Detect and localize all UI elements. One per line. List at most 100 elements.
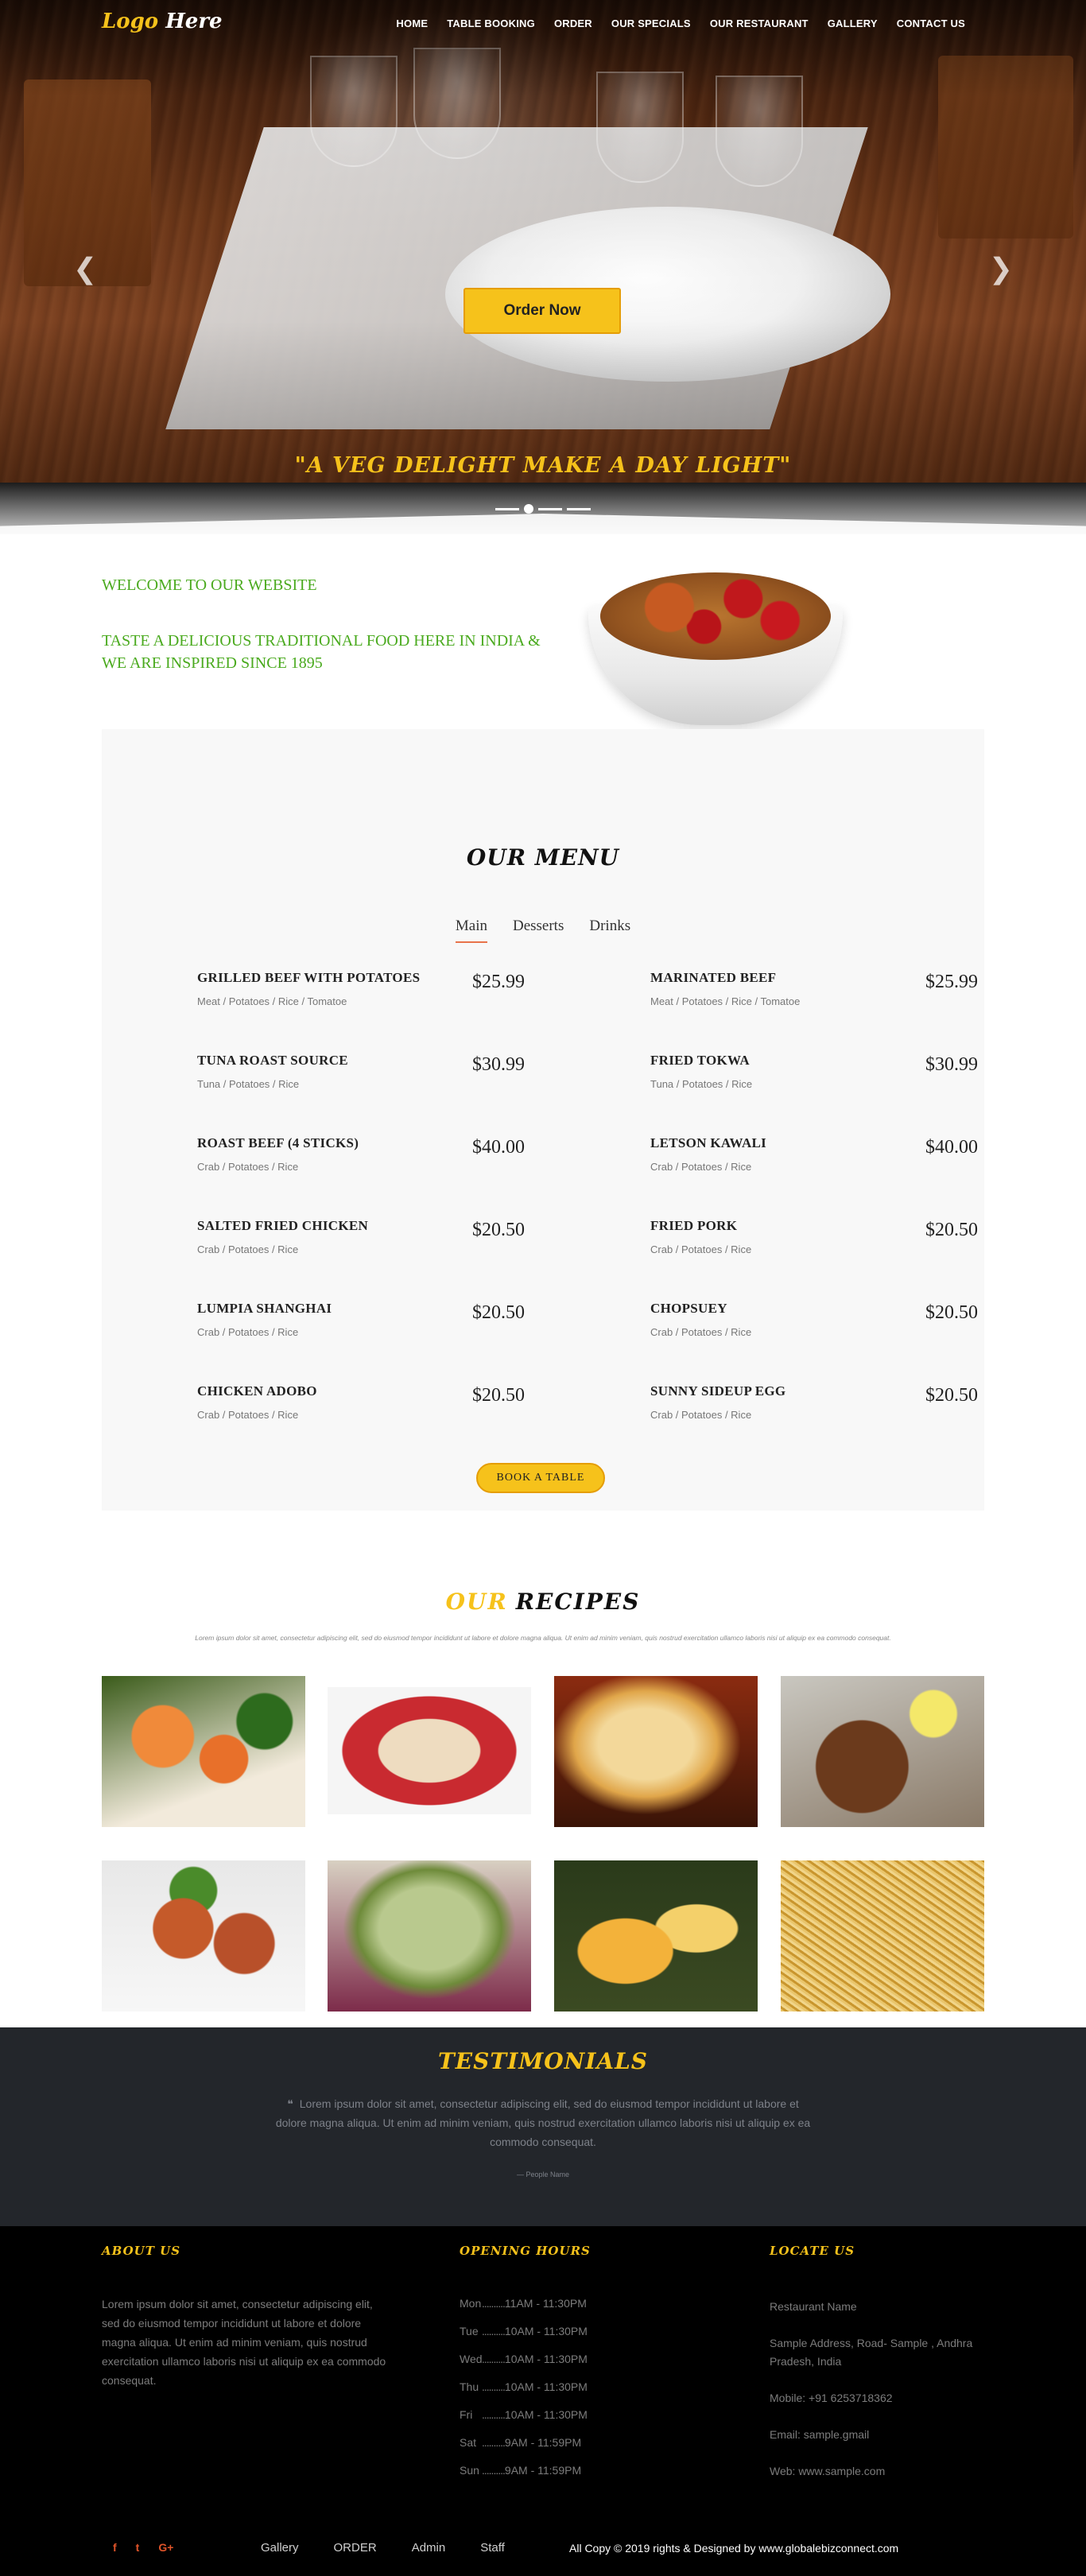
menu-item: CHICKEN ADOBO Crab / Potatoes / Rice $20… <box>197 1383 525 1466</box>
slider-indicator[interactable] <box>567 507 591 510</box>
menu-tabs: Main Desserts Drinks <box>102 918 984 943</box>
book-a-table-button[interactable]: BOOK A TABLE <box>476 1463 605 1493</box>
menu-column-right: MARINATED BEEF Meat / Potatoes / Rice / … <box>650 970 978 1466</box>
facebook-icon[interactable]: f <box>113 2541 117 2554</box>
menu-item-price: $25.99 <box>472 972 525 992</box>
slider-indicator[interactable] <box>538 507 562 510</box>
menu-item-price: $20.50 <box>925 1302 978 1323</box>
footer-link-admin[interactable]: Admin <box>412 2541 446 2555</box>
logo[interactable]: Logo Here <box>102 10 223 33</box>
slider-indicator[interactable] <box>495 507 519 510</box>
footer-link-order[interactable]: ORDER <box>334 2541 377 2555</box>
testimonials-title: TESTIMONIALS <box>437 2048 649 2074</box>
menu-item-price: $20.50 <box>472 1220 525 1240</box>
locate-us-heading: LOCATE US <box>770 2244 855 2258</box>
hours-day: Mon <box>460 2297 482 2310</box>
recipe-image-naan[interactable] <box>554 1676 758 1827</box>
hours-row: Tue ..........10AM - 11:30PM <box>460 2318 588 2345</box>
google-plus-icon[interactable]: G+ <box>158 2541 173 2554</box>
copyright-text: All Copy © 2019 rights & Designed by <box>569 2542 756 2555</box>
twitter-icon[interactable]: t <box>136 2541 140 2554</box>
hours-row: Fri ..........10AM - 11:30PM <box>460 2401 588 2429</box>
quote-icon: ❝ <box>287 2097 293 2110</box>
welcome-heading: WELCOME TO OUR WEBSITE <box>102 576 317 594</box>
slider-indicator-active[interactable] <box>524 504 533 514</box>
footer: ABOUT US Lorem ipsum dolor sit amet, con… <box>0 2226 1086 2576</box>
hero-banner: Logo Here HOME TABLE BOOKING ORDER OUR S… <box>0 0 1086 534</box>
hours-time: 9AM - 11:59PM <box>504 2464 582 2477</box>
hours-day: Sun <box>460 2464 479 2477</box>
menu-item-price: $40.00 <box>925 1137 978 1158</box>
opening-hours-heading: OPENING HOURS <box>460 2244 591 2258</box>
email: Email: sample.gmail <box>770 2428 870 2441</box>
menu-item-price: $30.99 <box>925 1054 978 1075</box>
hero-tagline: "A VEG DELIGHT MAKE A DAY LIGHT" <box>294 453 792 478</box>
menu-item-price: $20.50 <box>925 1385 978 1406</box>
hours-day: Fri <box>460 2408 473 2421</box>
nav-home[interactable]: HOME <box>396 17 428 29</box>
testimonial-quote: ❝ Lorem ipsum dolor sit amet, consectetur… <box>270 2094 816 2151</box>
menu-item-price: $30.99 <box>472 1054 525 1075</box>
hours-day: Thu <box>460 2380 479 2393</box>
nav-order[interactable]: ORDER <box>554 17 592 29</box>
menu-column-left: GRILLED BEEF WITH POTATOES Meat / Potato… <box>197 970 525 1466</box>
tab-drinks[interactable]: Drinks <box>589 918 630 943</box>
footer-links: Gallery ORDER Admin Staff <box>261 2541 505 2555</box>
recipe-image-shrimp[interactable] <box>102 1676 305 1827</box>
recipe-image-rice[interactable] <box>781 1860 984 2012</box>
menu-item: FRIED PORK Crab / Potatoes / Rice $20.50 <box>650 1218 978 1301</box>
menu-item-ingredients: Crab / Potatoes / Rice <box>197 1409 299 1421</box>
menu-item-ingredients: Tuna / Potatoes / Rice <box>197 1078 300 1090</box>
about-us-text: Lorem ipsum dolor sit amet, consectetur … <box>102 2298 386 2387</box>
recipes-subtitle: Lorem ipsum dolor sit amet, consectetur … <box>195 1634 891 1642</box>
menu-item: CHOPSUEY Crab / Potatoes / Rice $20.50 <box>650 1301 978 1383</box>
nav-table-booking[interactable]: TABLE BOOKING <box>447 17 535 29</box>
order-now-button[interactable]: Order Now <box>463 288 621 334</box>
mobile: Mobile: +91 6253718362 <box>770 2392 893 2404</box>
menu-item-ingredients: Crab / Potatoes / Rice <box>650 1326 752 1338</box>
recipes-title: OUR RECIPES <box>0 1589 1086 1615</box>
tab-desserts[interactable]: Desserts <box>513 918 564 943</box>
navbar: Logo Here HOME TABLE BOOKING ORDER OUR S… <box>0 0 1086 48</box>
slider-indicators <box>0 504 1086 514</box>
menu-item-ingredients: Meat / Potatoes / Rice / Tomatoe <box>197 995 347 1007</box>
food-bowl-image <box>584 550 847 729</box>
recipe-image-pastries[interactable] <box>328 1687 531 1814</box>
menu-item: LETSON KAWALI Crab / Potatoes / Rice $40… <box>650 1135 978 1218</box>
social-links: f t G+ <box>113 2541 173 2554</box>
menu-item-price: $20.50 <box>925 1220 978 1240</box>
hours-day: Sat <box>460 2436 477 2449</box>
menu-item: TUNA ROAST SOURCE Tuna / Potatoes / Rice… <box>197 1053 525 1135</box>
nav-gallery[interactable]: GALLERY <box>828 17 878 29</box>
hours-row: Sat ..........9AM - 11:59PM <box>460 2429 588 2457</box>
menu-item-ingredients: Crab / Potatoes / Rice <box>197 1326 299 1338</box>
recipe-image-soup[interactable] <box>328 1860 531 2012</box>
bowl-food <box>600 572 831 660</box>
menu-item: ROAST BEEF (4 STICKS) Crab / Potatoes / … <box>197 1135 525 1218</box>
recipe-image-fish[interactable] <box>781 1676 984 1827</box>
about-us-heading: ABOUT US <box>102 2244 181 2258</box>
menu-item-ingredients: Crab / Potatoes / Rice <box>197 1243 299 1255</box>
logo-text-1: Logo <box>102 10 159 33</box>
nav-our-restaurant[interactable]: OUR RESTAURANT <box>710 17 809 29</box>
chevron-right-icon[interactable]: ❯ <box>989 254 1013 283</box>
hours-time: 9AM - 11:59PM <box>504 2436 582 2449</box>
recipe-image-wraps[interactable] <box>102 1860 305 2012</box>
footer-link-staff[interactable]: Staff <box>480 2541 505 2555</box>
menu-item-ingredients: Crab / Potatoes / Rice <box>650 1243 752 1255</box>
chevron-left-icon[interactable]: ❮ <box>73 254 97 283</box>
copyright-site-link[interactable]: www.globalebizconnect.com <box>758 2542 898 2555</box>
menu-item-price: $20.50 <box>472 1302 525 1323</box>
hours-day: Tue <box>460 2325 479 2337</box>
tab-main[interactable]: Main <box>455 918 487 943</box>
testimonial-author: — People Name <box>516 2171 570 2178</box>
menu-item: FRIED TOKWA Tuna / Potatoes / Rice $30.9… <box>650 1053 978 1135</box>
nav-contact-us[interactable]: CONTACT US <box>897 17 965 29</box>
nav-our-specials[interactable]: OUR SPECIALS <box>611 17 691 29</box>
recipe-image-drinks[interactable] <box>554 1860 758 2012</box>
menu-item-ingredients: Crab / Potatoes / Rice <box>650 1409 752 1421</box>
bottom-bar: f t G+ Gallery ORDER Admin Staff All Cop… <box>0 2511 1086 2576</box>
footer-link-gallery[interactable]: Gallery <box>261 2541 299 2555</box>
address: Sample Address, Road- Sample , Andhra Pr… <box>770 2337 973 2368</box>
hours-row: Thu ..........10AM - 11:30PM <box>460 2373 588 2401</box>
